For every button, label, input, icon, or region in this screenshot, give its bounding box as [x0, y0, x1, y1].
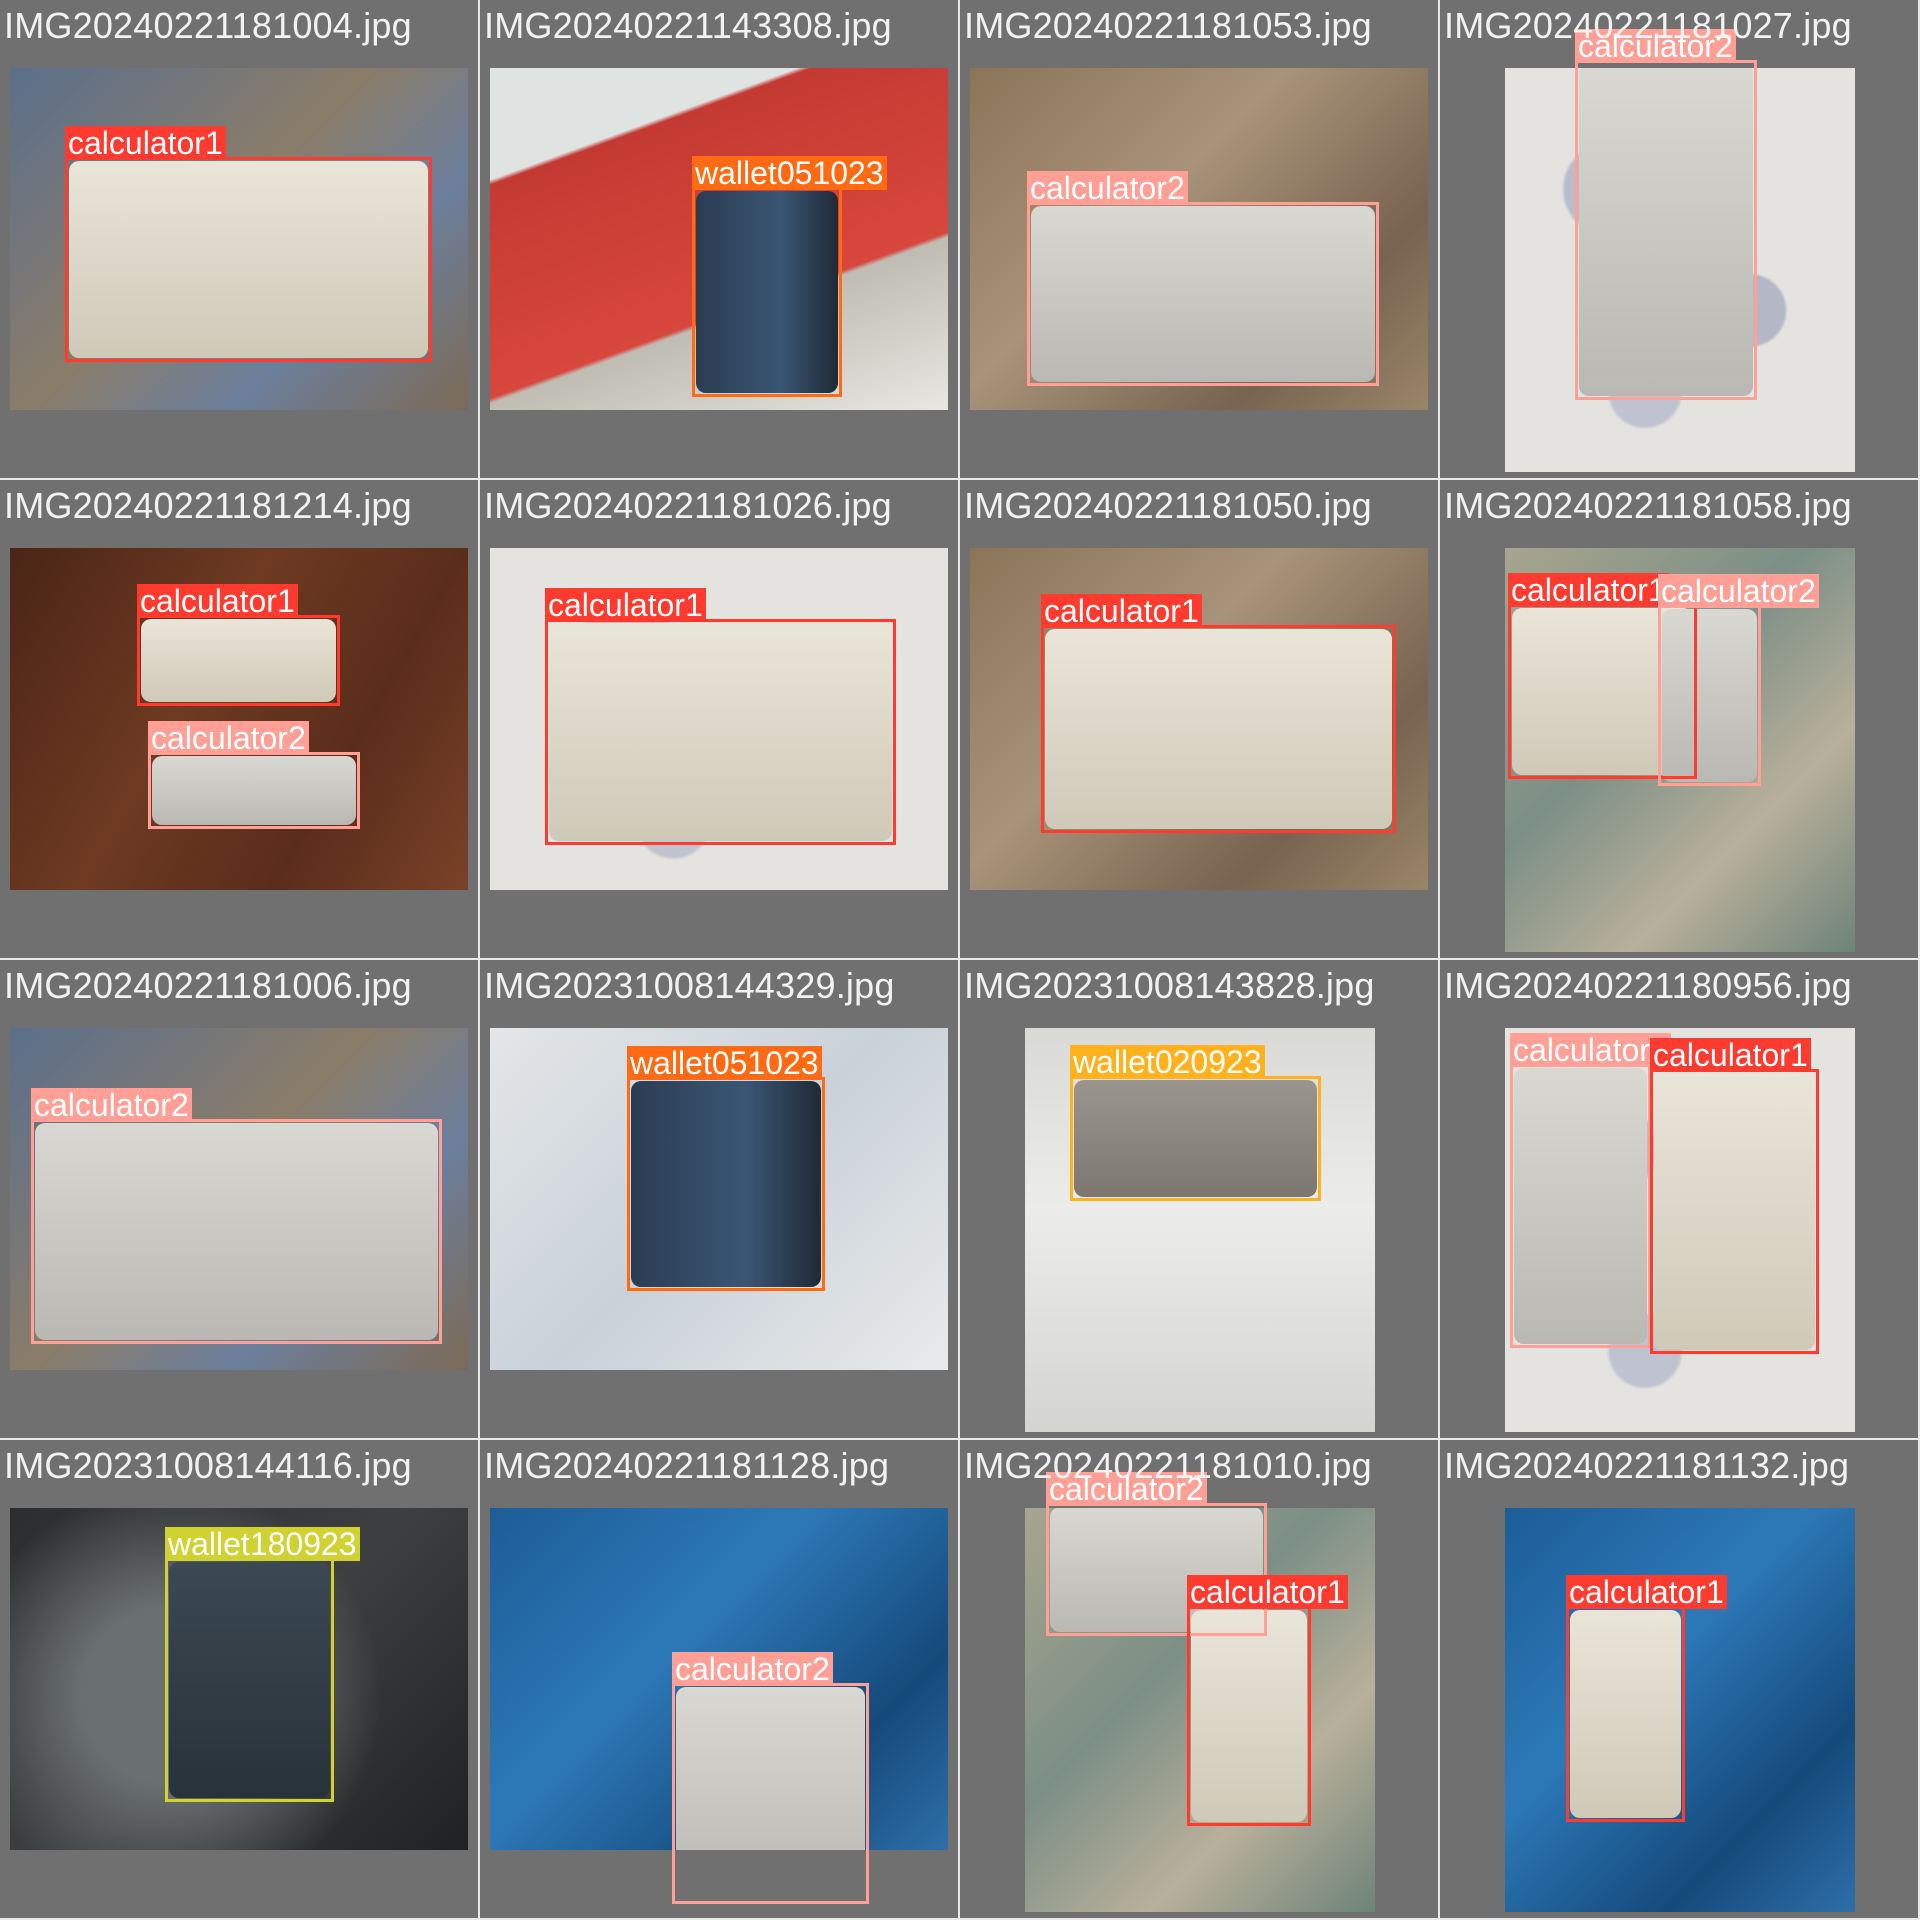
- detection-tile[interactable]: IMG20231008143828.jpg wallet020923: [960, 960, 1440, 1440]
- bounding-box-label: calculator1: [137, 584, 298, 618]
- tile-filename: IMG20240221181132.jpg: [1444, 1445, 1850, 1486]
- bounding-box[interactable]: calculator1: [545, 588, 896, 845]
- bounding-box[interactable]: calculator2: [31, 1088, 442, 1344]
- bounding-box-label: wallet051023: [692, 156, 887, 190]
- bounding-box-label: calculator2: [31, 1088, 192, 1122]
- tile-filename: IMG20240221181058.jpg: [1444, 485, 1852, 526]
- bounding-box[interactable]: calculator1: [137, 584, 340, 706]
- bounding-box-label: calculator1: [1650, 1038, 1811, 1072]
- bounding-box-label: calculator1: [1041, 594, 1202, 628]
- tile-filename: IMG20231008144329.jpg: [484, 965, 895, 1006]
- tile-filename: IMG20240221181026.jpg: [484, 485, 892, 526]
- bounding-box-label: calculator1: [1187, 1575, 1348, 1609]
- bounding-box-label: calculator1: [545, 588, 706, 622]
- bounding-box[interactable]: calculator1: [1041, 594, 1396, 833]
- detection-tile[interactable]: IMG20240221181026.jpg calculator1: [480, 480, 960, 960]
- tile-filename: IMG20231008143828.jpg: [964, 965, 1375, 1006]
- detection-tile[interactable]: IMG20240221181027.jpg calculator2: [1440, 0, 1920, 480]
- detection-tile[interactable]: IMG20240221181010.jpg calculator2 calculat…: [960, 1440, 1440, 1920]
- bounding-box-label: calculator1: [65, 126, 226, 160]
- detection-tile[interactable]: IMG20231008144329.jpg wallet051023: [480, 960, 960, 1440]
- bounding-box[interactable]: wallet020923: [1070, 1045, 1321, 1201]
- detection-grid: IMG20240221181004.jpg calculator1 IMG20240…: [0, 0, 1920, 1920]
- bounding-box[interactable]: calculator1: [1187, 1575, 1348, 1826]
- bounding-box[interactable]: wallet051023: [692, 156, 887, 397]
- detection-tile[interactable]: IMG20240221181128.jpg calculator2: [480, 1440, 960, 1920]
- bounding-box[interactable]: calculator2: [1575, 29, 1757, 400]
- bounding-box-label: calculator2: [672, 1652, 833, 1686]
- detection-tile[interactable]: IMG20240221181050.jpg calculator1: [960, 480, 1440, 960]
- bounding-box-label: calculator1: [1566, 1575, 1727, 1609]
- detection-tile[interactable]: IMG20240221181004.jpg calculator1: [0, 0, 480, 480]
- detection-tile[interactable]: IMG20240221181132.jpg calculator1: [1440, 1440, 1920, 1920]
- detection-tile[interactable]: IMG20231008144116.jpg wallet180923: [0, 1440, 480, 1920]
- detection-tile[interactable]: IMG20240221143308.jpg wallet051023: [480, 0, 960, 480]
- detection-tile[interactable]: IMG20240221181214.jpg calculator1 calculat…: [0, 480, 480, 960]
- bounding-box[interactable]: calculator2: [1658, 574, 1819, 786]
- bounding-box-label: calculator2: [148, 721, 309, 755]
- detection-tile[interactable]: IMG20240221181058.jpg calculator1 calculat…: [1440, 480, 1920, 960]
- bounding-box-label: calculator2: [1027, 171, 1188, 205]
- bounding-box-label: calculator2: [1510, 1033, 1671, 1067]
- bounding-box[interactable]: calculator2: [672, 1652, 869, 1904]
- bounding-box-label: wallet020923: [1070, 1045, 1265, 1079]
- bounding-box[interactable]: calculator1: [1566, 1575, 1727, 1822]
- bounding-box[interactable]: wallet051023: [627, 1046, 825, 1291]
- tile-filename: IMG20240221181006.jpg: [4, 965, 412, 1006]
- tile-filename: IMG20240221181027.jpg: [1444, 5, 1852, 46]
- bounding-box[interactable]: calculator1: [1650, 1038, 1819, 1354]
- detection-tile[interactable]: IMG20240221180956.jpg calculator2 calculat…: [1440, 960, 1920, 1440]
- bounding-box[interactable]: calculator1: [65, 126, 432, 362]
- bounding-box-label: calculator2: [1658, 574, 1819, 608]
- detection-tile[interactable]: IMG20240221181006.jpg calculator2: [0, 960, 480, 1440]
- bounding-box[interactable]: calculator2: [1027, 171, 1379, 386]
- tile-filename: IMG20240221181050.jpg: [964, 485, 1372, 526]
- tile-filename: IMG20240221181010.jpg: [964, 1445, 1372, 1486]
- bounding-box[interactable]: calculator2: [148, 721, 360, 829]
- bounding-box-label: calculator1: [1508, 573, 1669, 607]
- bounding-box[interactable]: calculator2: [1510, 1033, 1671, 1348]
- tile-filename: IMG20231008144116.jpg: [4, 1445, 412, 1486]
- tile-filename: IMG20240221181053.jpg: [964, 5, 1372, 46]
- tile-filename: IMG20240221181214.jpg: [4, 485, 412, 526]
- detection-tile[interactable]: IMG20240221181053.jpg calculator2: [960, 0, 1440, 480]
- bounding-box-label: wallet051023: [627, 1046, 822, 1080]
- tile-filename: IMG20240221181128.jpg: [484, 1445, 890, 1486]
- tile-filename: IMG20240221180956.jpg: [1444, 965, 1852, 1006]
- tile-filename: IMG20240221143308.jpg: [484, 5, 892, 46]
- bounding-box[interactable]: wallet180923: [165, 1527, 360, 1802]
- bounding-box-label: wallet180923: [165, 1527, 360, 1561]
- tile-filename: IMG20240221181004.jpg: [4, 5, 412, 46]
